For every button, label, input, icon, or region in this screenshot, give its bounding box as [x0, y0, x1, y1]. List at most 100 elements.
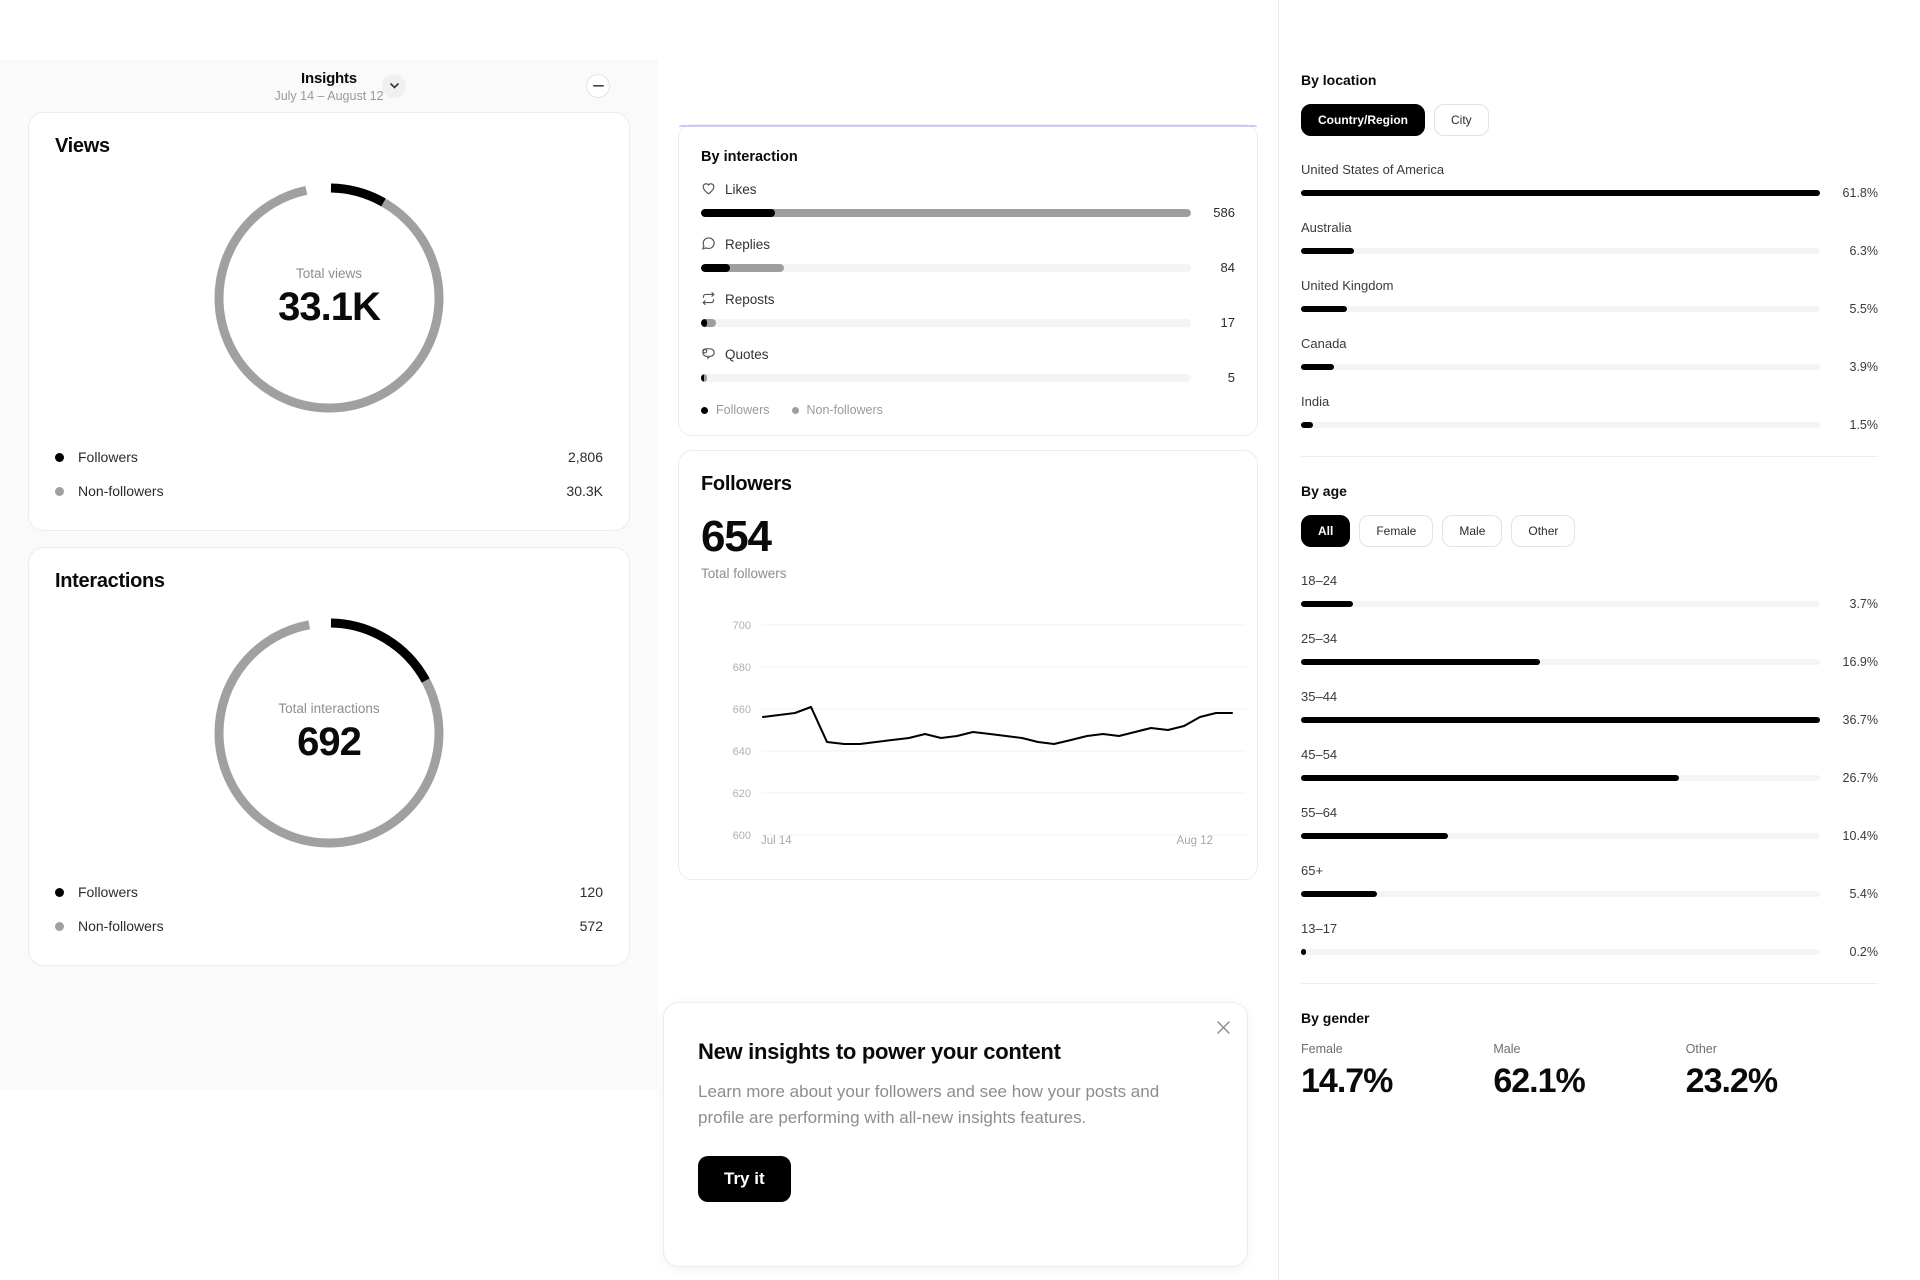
age-bar-track: [1301, 833, 1820, 839]
location-value: 5.5%: [1849, 302, 1879, 316]
by-interaction-legend: Followers Non-followers: [701, 403, 1235, 417]
tab-other[interactable]: Other: [1511, 515, 1576, 547]
svg-text:680: 680: [733, 662, 751, 674]
by-gender-section: By gender Female 14.7% Male 62.1% Other …: [1301, 1010, 1878, 1101]
followers-color-dot: [701, 406, 708, 414]
location-bar-track: [1301, 248, 1820, 254]
interaction-value: 5: [1227, 370, 1235, 385]
by-location-tabs: Country/Region City: [1301, 104, 1878, 136]
non-followers-color-dot: [791, 406, 799, 414]
interactions-donut-center: Total interactions 692: [203, 607, 455, 859]
legend-label: Non-followers: [78, 483, 164, 499]
interaction-value: 84: [1220, 260, 1235, 275]
age-value: 16.9%: [1842, 655, 1878, 669]
legend-value: 572: [579, 918, 603, 934]
tab-country-region[interactable]: Country/Region: [1301, 104, 1425, 136]
interaction-value: 17: [1220, 315, 1235, 330]
followers-segment: [701, 263, 731, 272]
interaction-row-replies: Replies 84: [701, 236, 1235, 275]
interactions-donut-chart: Total interactions 692: [29, 593, 629, 869]
location-label: United Kingdom: [1301, 278, 1394, 293]
insights-dashboard: Insights July 14 – August 12 Views Total…: [0, 0, 1920, 1280]
age-bar-track: [1301, 659, 1820, 665]
non-followers-segment: [701, 208, 1191, 217]
svg-text:620: 620: [733, 788, 751, 800]
age-row-18-24: 18–24 3.7%: [1301, 573, 1878, 611]
svg-text:640: 640: [733, 746, 751, 758]
age-bar-track: [1301, 775, 1820, 781]
gender-cell-other: Other 23.2%: [1686, 1042, 1878, 1101]
close-icon[interactable]: [1213, 1017, 1233, 1037]
views-center-value: 33.1K: [278, 285, 381, 329]
tab-female[interactable]: Female: [1359, 515, 1434, 547]
interaction-bar-track: [701, 318, 1191, 327]
followers-color-dot: [55, 452, 64, 462]
gender-value: 14.7%: [1301, 1062, 1393, 1100]
insights-header-text: Insights July 14 – August 12: [274, 70, 383, 103]
location-bar-track: [1301, 422, 1820, 428]
legend-item: Non-followers 30.3K: [55, 474, 603, 508]
location-label: Australia: [1301, 220, 1352, 235]
age-label: 13–17: [1301, 921, 1338, 936]
followers-card-title: Followers: [701, 473, 792, 495]
chevron-down-icon[interactable]: [382, 74, 406, 98]
legend-value: 30.3K: [566, 483, 603, 499]
legend-label: Non-followers: [806, 403, 883, 417]
views-donut-chart: Total views 33.1K: [29, 158, 629, 434]
location-label: India: [1301, 394, 1330, 409]
location-bar-fill: [1301, 364, 1334, 370]
reply-icon: [701, 236, 717, 252]
location-label: Canada: [1301, 336, 1347, 351]
location-value: 61.8%: [1842, 186, 1878, 200]
new-insights-toast: New insights to power your content Learn…: [663, 1002, 1248, 1267]
views-card-title: Views: [55, 135, 110, 157]
tab-city[interactable]: City: [1434, 104, 1489, 136]
page-title: Insights: [301, 69, 357, 87]
interaction-bar-track: [701, 263, 1191, 272]
age-bar-track: [1301, 601, 1820, 607]
interactions-center-value: 692: [297, 720, 362, 764]
location-bar-fill: [1301, 248, 1354, 254]
legend-label: Non-followers: [78, 918, 164, 934]
legend-label: Followers: [716, 403, 770, 417]
svg-text:600: 600: [733, 830, 751, 842]
location-value: 1.5%: [1849, 418, 1879, 432]
age-label: 18–24: [1301, 573, 1338, 588]
interactions-card-title: Interactions: [55, 570, 165, 592]
age-row-65-plus: 65+ 5.4%: [1301, 863, 1878, 901]
age-label: 45–54: [1301, 747, 1338, 762]
location-bar-fill: [1301, 190, 1820, 196]
age-value: 5.4%: [1849, 887, 1879, 901]
followers-total-label: Total followers: [701, 566, 787, 582]
interaction-bar-track: [701, 208, 1191, 217]
age-bar-track: [1301, 891, 1820, 897]
age-bar-fill: [1301, 601, 1354, 607]
minimize-icon[interactable]: [586, 74, 610, 98]
followers-card: Followers 654 Total followers 700 680 66…: [678, 450, 1258, 881]
gender-label: Female: [1301, 1042, 1343, 1056]
followers-segment: [701, 318, 707, 327]
interaction-label: Replies: [725, 236, 771, 252]
views-legend: Followers 2,806 Non-followers 30.3K: [29, 434, 629, 530]
x-axis-end-label: Aug 12: [1176, 835, 1213, 848]
by-age-section: By age All Female Male Other 18–24 3.7% …: [1301, 483, 1878, 959]
age-value: 0.2%: [1849, 945, 1879, 959]
section-divider: [1301, 456, 1878, 457]
interaction-row-reposts: Reposts 17: [701, 291, 1235, 330]
legend-item: Non-followers 572: [55, 909, 603, 943]
gender-values-row: Female 14.7% Male 62.1% Other 23.2%: [1301, 1042, 1878, 1101]
age-label: 55–64: [1301, 805, 1338, 820]
interaction-label: Reposts: [725, 291, 775, 307]
age-bar-fill: [1301, 775, 1679, 781]
location-row-australia: Australia 6.3%: [1301, 220, 1878, 258]
interaction-label: Quotes: [725, 346, 769, 362]
tab-male[interactable]: Male: [1442, 515, 1503, 547]
interaction-row-quotes: Quotes 5: [701, 346, 1235, 385]
followers-color-dot: [55, 887, 64, 897]
age-label: 35–44: [1301, 689, 1338, 704]
location-bar-track: [1301, 306, 1820, 312]
toast-title: New insights to power your content: [698, 1039, 1061, 1064]
views-donut-center: Total views 33.1K: [203, 172, 455, 424]
tab-all[interactable]: All: [1301, 515, 1351, 547]
try-it-button[interactable]: Try it: [698, 1155, 791, 1202]
